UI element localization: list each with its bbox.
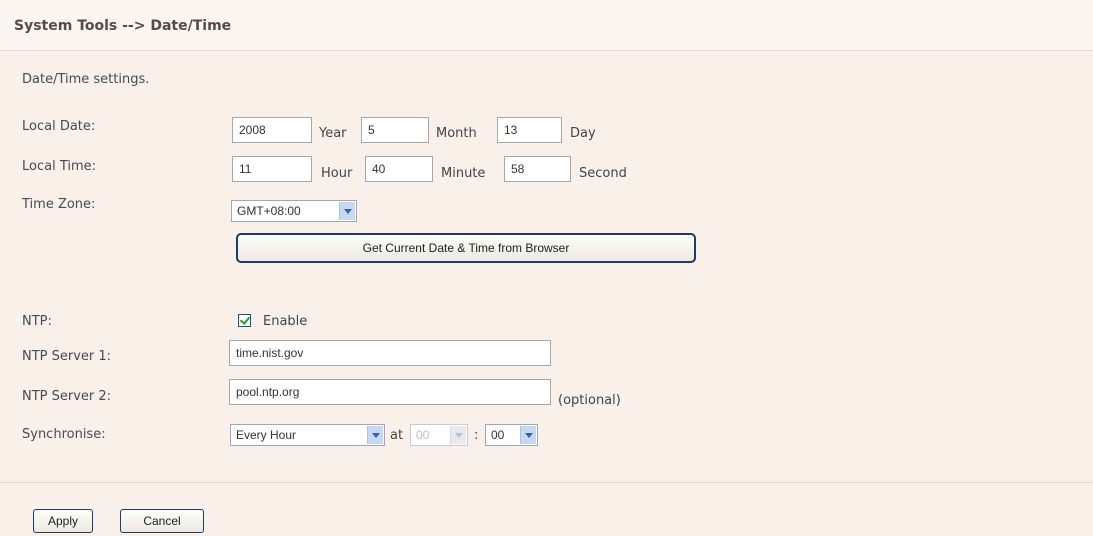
year-input[interactable]: 2008 xyxy=(232,117,312,143)
day-unit-label: Day xyxy=(570,126,596,141)
section-divider xyxy=(0,482,1093,483)
ntp-label: NTP: xyxy=(22,314,52,329)
sync-minute-value: 00 xyxy=(491,428,505,442)
date-time-page: System Tools --> Date/Time Date/Time set… xyxy=(0,0,1093,536)
ntp-enable-checkbox[interactable] xyxy=(238,314,251,327)
time-zone-label: Time Zone: xyxy=(22,197,96,212)
get-browser-time-button[interactable]: Get Current Date & Time from Browser xyxy=(236,233,696,263)
month-unit-label: Month xyxy=(436,126,477,141)
sync-at-label: at xyxy=(390,428,404,443)
chevron-down-icon xyxy=(520,426,536,444)
hour-unit-label: Hour xyxy=(321,166,353,181)
ntp-server-2-label: NTP Server 2: xyxy=(22,389,112,404)
local-time-label: Local Time: xyxy=(22,159,97,174)
sync-time-separator: : xyxy=(474,428,479,443)
year-unit-label: Year xyxy=(319,126,347,141)
section-description: Date/Time settings. xyxy=(22,72,150,87)
chevron-down-icon xyxy=(339,202,355,220)
minute-input[interactable]: 40 xyxy=(365,156,433,182)
time-zone-select[interactable]: GMT+08:00 xyxy=(231,200,357,222)
second-unit-label: Second xyxy=(579,166,627,181)
apply-button[interactable]: Apply xyxy=(33,509,93,533)
sync-interval-select[interactable]: Every Hour xyxy=(230,424,385,446)
ntp-server-1-input[interactable]: time.nist.gov xyxy=(229,340,551,366)
sync-minute-select[interactable]: 00 xyxy=(485,424,538,446)
optional-note: (optional) xyxy=(558,393,621,408)
month-input[interactable]: 5 xyxy=(361,117,429,143)
second-input[interactable]: 58 xyxy=(504,156,571,182)
sync-interval-value: Every Hour xyxy=(236,428,297,442)
chevron-down-icon xyxy=(367,426,383,444)
chevron-down-icon xyxy=(450,426,466,444)
minute-unit-label: Minute xyxy=(441,166,486,181)
ntp-server-1-label: NTP Server 1: xyxy=(22,349,112,364)
cancel-button[interactable]: Cancel xyxy=(120,509,204,533)
ntp-server-2-input[interactable]: pool.ntp.org xyxy=(229,379,551,405)
page-header: System Tools --> Date/Time xyxy=(0,0,1093,51)
ntp-enable-label: Enable xyxy=(263,314,308,329)
local-date-label: Local Date: xyxy=(22,119,96,134)
time-zone-value: GMT+08:00 xyxy=(237,204,301,218)
sync-hour-select[interactable]: 00 xyxy=(410,424,468,446)
hour-input[interactable]: 11 xyxy=(232,156,312,182)
synchronise-label: Synchronise: xyxy=(22,427,106,442)
day-input[interactable]: 13 xyxy=(497,117,562,143)
page-title: System Tools --> Date/Time xyxy=(14,18,232,34)
sync-hour-value: 00 xyxy=(416,428,430,442)
